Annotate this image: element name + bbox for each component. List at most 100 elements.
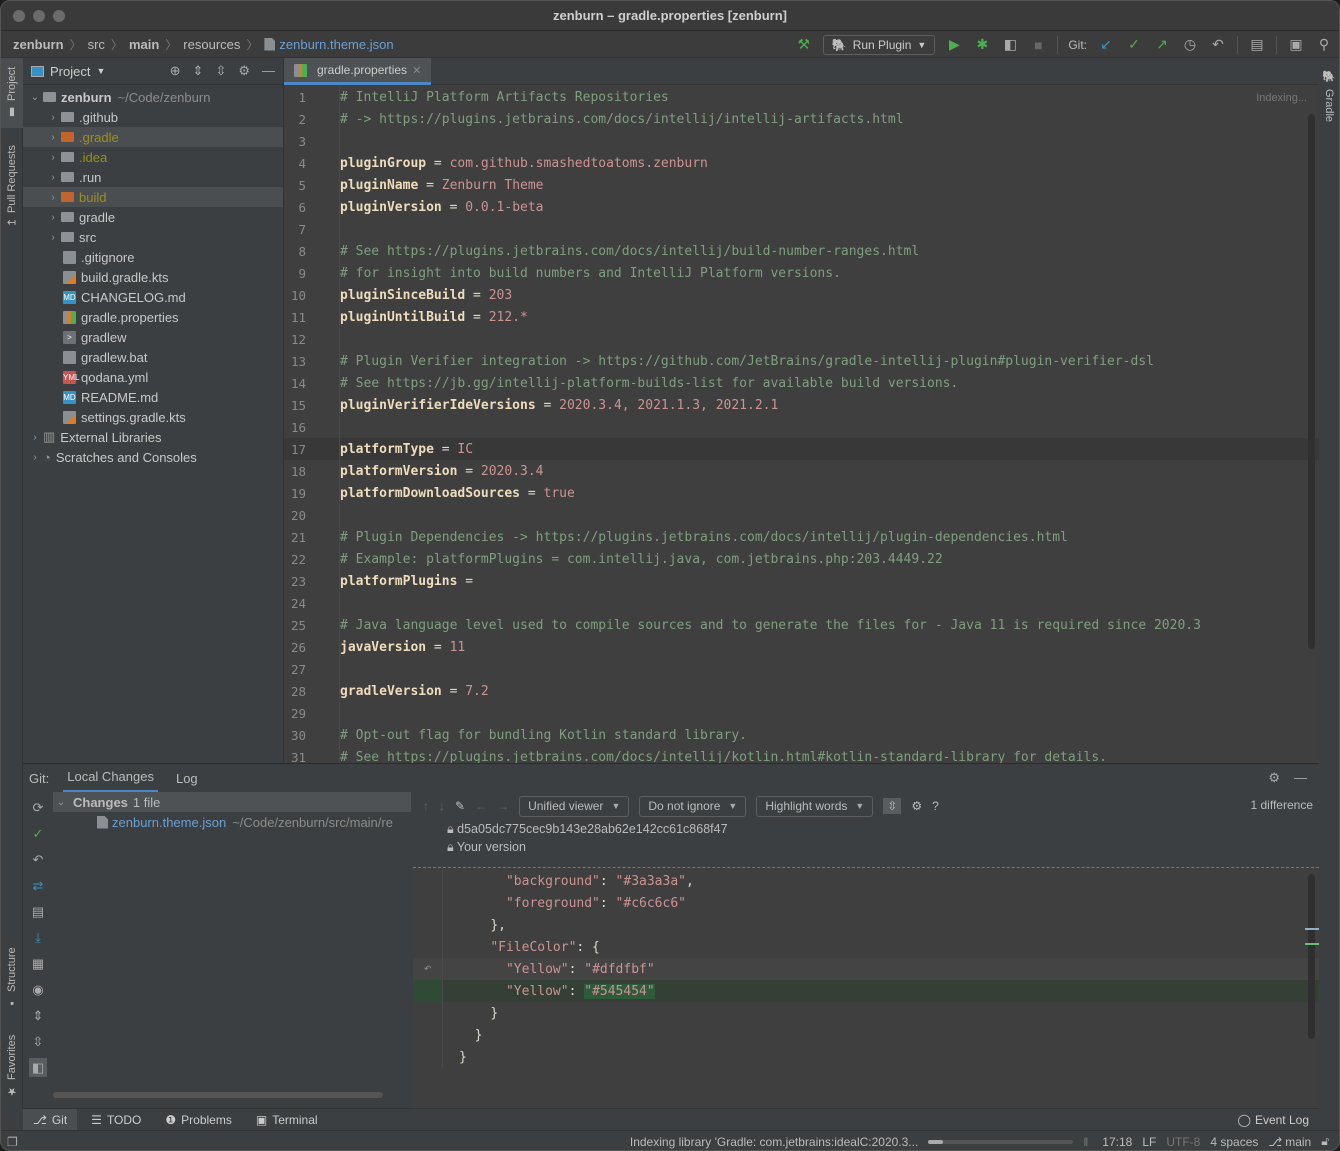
close-icon[interactable]: ✕ — [412, 64, 421, 77]
close-window-button[interactable] — [13, 10, 25, 22]
tree-root[interactable]: ⌄ zenburn ~/Code/zenburn — [23, 87, 283, 107]
code-editor[interactable]: Indexing... 1 # IntelliJ Platform Artifac… — [284, 86, 1319, 765]
tree-item[interactable]: › .gradle — [23, 127, 283, 147]
git-update-icon[interactable]: ↙ — [1097, 36, 1115, 54]
presentation-icon[interactable]: ▣ — [1287, 36, 1305, 54]
previous-difference-icon[interactable]: ↑ — [423, 799, 429, 813]
rollback-icon[interactable]: ↶ — [33, 850, 44, 869]
bottom-tab-problems[interactable]: ❶ Problems — [155, 1109, 241, 1131]
stop-icon[interactable]: ■ — [1029, 36, 1047, 54]
collapse-unchanged-icon[interactable]: ⇳ — [883, 798, 902, 814]
breadcrumb-item[interactable]: src — [88, 37, 105, 52]
edit-pencil-icon[interactable]: ✎ — [455, 799, 465, 813]
bottom-tab-git[interactable]: ⎇ Git — [23, 1108, 78, 1131]
changelist-header[interactable]: ⌄ Changes 1 file — [53, 792, 411, 812]
revert-change-icon[interactable]: ↶ — [413, 958, 443, 980]
tab-local-changes[interactable]: Local Changes — [63, 763, 158, 793]
tree-item[interactable]: › .idea — [23, 147, 283, 167]
tab-gradle-properties[interactable]: gradle.properties ✕ — [284, 58, 432, 85]
chevron-down-icon[interactable]: ⌄ — [53, 797, 69, 808]
project-structure-icon[interactable]: ▤ — [1248, 36, 1266, 54]
chevron-right-icon[interactable]: › — [45, 232, 61, 243]
collapse-all-icon[interactable]: ⇳ — [33, 1032, 44, 1051]
chevron-right-icon[interactable]: › — [45, 172, 61, 183]
ignore-whitespace-dropdown[interactable]: Do not ignore ▼ — [639, 795, 747, 817]
expand-all-icon[interactable]: ⇕ — [193, 63, 204, 79]
tool-tab-gradle[interactable]: 🐘 Gradle — [1318, 66, 1339, 126]
bottom-tab-terminal[interactable]: ▣ Terminal — [246, 1109, 328, 1131]
hide-icon[interactable]: — — [262, 63, 275, 79]
indexing-status[interactable]: Indexing library 'Gradle: com.jetbrains:… — [630, 1135, 918, 1149]
pause-icon[interactable]: ‖ — [1083, 1135, 1088, 1149]
chevron-down-icon[interactable]: ⌄ — [27, 92, 43, 103]
tree-item[interactable]: MD CHANGELOG.md — [23, 287, 283, 307]
tree-item[interactable]: gradle.properties — [23, 307, 283, 327]
gear-icon[interactable]: ⚙ — [911, 799, 922, 813]
tree-item[interactable]: MD README.md — [23, 387, 283, 407]
run-configuration-dropdown[interactable]: 🐘 Run Plugin ▼ — [822, 34, 936, 55]
maximize-window-button[interactable] — [53, 10, 65, 22]
tree-item[interactable]: › gradle — [23, 207, 283, 227]
tree-item[interactable]: › build — [23, 187, 283, 207]
build-hammer-icon[interactable]: ⚒ — [795, 36, 813, 54]
commit-check-icon[interactable]: ✓ — [33, 824, 44, 843]
run-with-coverage-icon[interactable]: ◧ — [1001, 36, 1019, 54]
view-options-eye-icon[interactable]: ◉ — [32, 980, 43, 999]
chevron-right-icon[interactable]: › — [45, 192, 61, 203]
chevron-right-icon[interactable]: › — [45, 212, 61, 223]
tool-tab-project[interactable]: ▮ Project — [1, 58, 23, 128]
tree-item[interactable]: › .run — [23, 167, 283, 187]
tool-tab-structure[interactable]: ▪ Structure — [1, 938, 23, 1018]
diff-scrollbar[interactable] — [1308, 874, 1315, 1039]
locate-target-icon[interactable]: ⊕ — [170, 63, 181, 79]
caret-position[interactable]: 17:18 — [1102, 1135, 1132, 1149]
tree-item[interactable]: build.gradle.kts — [23, 267, 283, 287]
file-encoding[interactable]: UTF-8 — [1166, 1135, 1200, 1149]
rollback-icon[interactable]: ↶ — [1209, 36, 1227, 54]
shelve-download-icon[interactable]: ⤓ — [35, 928, 41, 947]
expand-all-icon[interactable]: ⇕ — [33, 1006, 44, 1025]
group-by-icon[interactable]: ▦ — [32, 954, 44, 973]
bottom-tab-todo[interactable]: ☰ TODO — [81, 1109, 151, 1131]
git-push-icon[interactable]: ↗ — [1153, 36, 1171, 54]
line-separator[interactable]: LF — [1142, 1135, 1156, 1149]
breadcrumb-item[interactable]: main — [129, 37, 159, 52]
diff-content[interactable]: "background": "#3a3a3a", "foreground": "… — [413, 867, 1319, 1109]
chevron-down-icon[interactable]: ▼ — [96, 66, 105, 76]
editor-scrollbar[interactable] — [1308, 114, 1315, 649]
tree-item[interactable]: > gradlew — [23, 327, 283, 347]
tree-item[interactable]: › .github — [23, 107, 283, 127]
tree-item[interactable]: › ▥ External Libraries — [23, 427, 283, 447]
refresh-icon[interactable]: ⟳ — [33, 798, 44, 817]
tree-item[interactable]: .gitignore — [23, 247, 283, 267]
chevron-right-icon[interactable]: › — [27, 452, 43, 463]
lock-open-icon[interactable]: 🔓︎ — [1321, 1134, 1329, 1149]
breadcrumb-item[interactable]: zenburn.theme.json — [279, 37, 393, 52]
collapse-all-icon[interactable]: ⇳ — [215, 63, 226, 79]
changed-file-row[interactable]: zenburn.theme.json ~/Code/zenburn/src/ma… — [53, 812, 411, 832]
tree-item[interactable]: gradlew.bat — [23, 347, 283, 367]
next-difference-icon[interactable]: ↓ — [439, 799, 445, 813]
help-icon[interactable]: ? — [932, 799, 939, 813]
forward-arrow-icon[interactable]: → — [497, 799, 509, 813]
gear-icon[interactable]: ⚙ — [1268, 770, 1280, 786]
indent-setting[interactable]: 4 spaces — [1210, 1135, 1258, 1149]
tree-item[interactable]: › src — [23, 227, 283, 247]
chevron-right-icon[interactable]: › — [45, 112, 61, 123]
chevron-right-icon[interactable]: › — [45, 152, 61, 163]
breadcrumb-item[interactable]: zenburn — [13, 37, 64, 52]
back-arrow-icon[interactable]: ← — [475, 799, 487, 813]
hide-icon[interactable]: — — [1294, 770, 1307, 786]
chevron-right-icon[interactable]: › — [27, 432, 43, 443]
git-commit-check-icon[interactable]: ✓ — [1125, 36, 1143, 54]
viewer-mode-dropdown[interactable]: Unified viewer ▼ — [519, 795, 630, 817]
changelist-icon[interactable]: ▤ — [32, 902, 44, 921]
minimize-window-button[interactable] — [33, 10, 45, 22]
run-icon[interactable]: ▶ — [945, 36, 963, 54]
history-clock-icon[interactable]: ◷ — [1181, 36, 1199, 54]
tool-tab-favorites[interactable]: ★ Favorites — [1, 1026, 23, 1106]
tab-log[interactable]: Log — [172, 765, 202, 792]
tree-item[interactable]: settings.gradle.kts — [23, 407, 283, 427]
breadcrumb-item[interactable]: resources — [183, 37, 240, 52]
search-icon[interactable]: ⚲ — [1315, 36, 1333, 54]
